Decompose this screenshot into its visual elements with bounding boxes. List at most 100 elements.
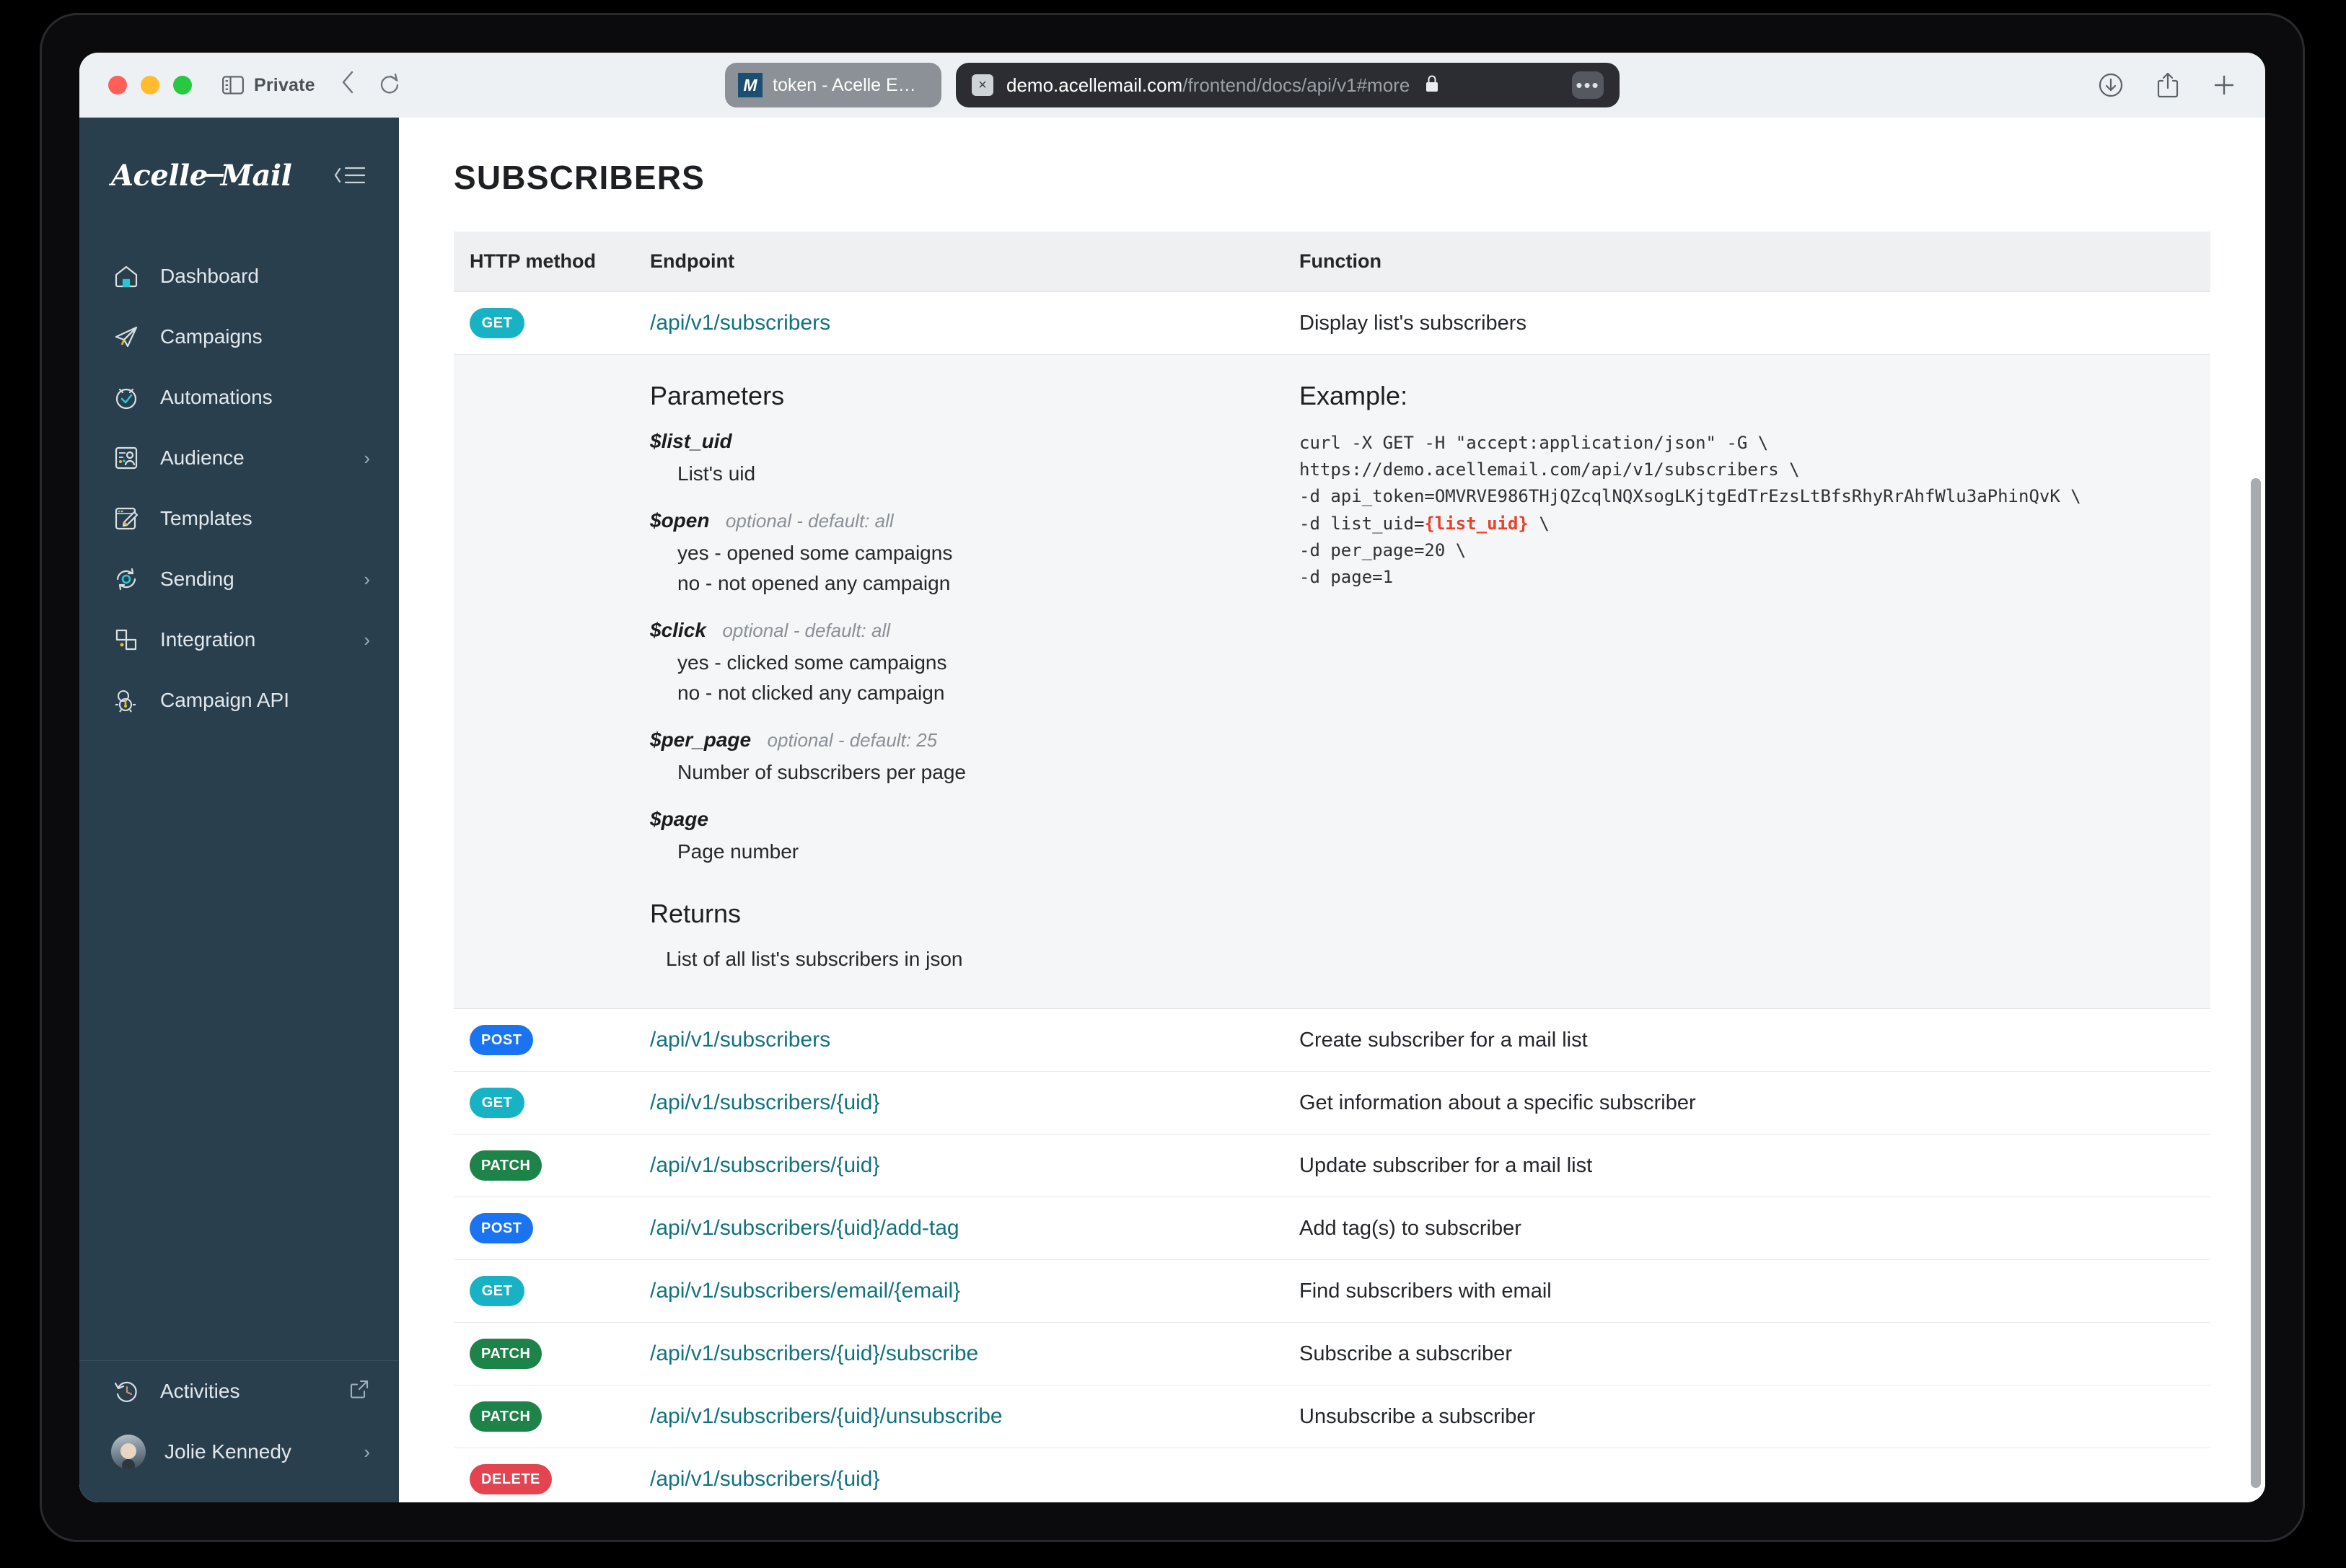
endpoint-detail-row: Parameters $list_uid List's uid $open op…	[454, 354, 2210, 1009]
minimize-window-button[interactable]	[141, 76, 159, 94]
sidebar-item-label: Sending	[160, 568, 234, 590]
page-scrollbar[interactable]	[2251, 118, 2261, 1502]
back-button[interactable]	[340, 70, 356, 100]
url-host: demo.acellemail.com	[1006, 74, 1183, 96]
sidebar-toggle-icon[interactable]	[222, 76, 254, 94]
parameter-description: yes - opened some campaigns no - not ope…	[677, 542, 953, 594]
sidebar-item-sending[interactable]: Sending ›	[79, 549, 399, 609]
table-row[interactable]: GET /api/v1/subscribers/email/{email} Fi…	[454, 1259, 2210, 1323]
column-header-function: Function	[1299, 232, 2210, 292]
chevron-right-icon: ›	[364, 568, 370, 590]
page-title: SUBSCRIBERS	[454, 159, 706, 196]
endpoint-link[interactable]: /api/v1/subscribers	[650, 311, 830, 335]
browser-window: Private M token - Acelle Em... × demo.ac…	[79, 53, 2265, 1502]
example-heading: Example:	[1299, 381, 1408, 410]
method-badge: PATCH	[470, 1339, 542, 1369]
endpoint-detail-cell: Parameters $list_uid List's uid $open op…	[454, 354, 2210, 1009]
sidebar-footer: Activities Jolie Kennedy ›	[79, 1360, 399, 1502]
table-row[interactable]: PATCH /api/v1/subscribers/{uid}/subscrib…	[454, 1322, 2210, 1386]
app-logo[interactable]: Acelle Mail	[111, 158, 292, 193]
function-cell: Display list's subscribers	[1299, 291, 2210, 355]
method-cell: POST	[454, 1197, 650, 1260]
new-tab-icon[interactable]	[2212, 73, 2236, 97]
endpoint-link[interactable]: /api/v1/subscribers/{uid}	[650, 1153, 880, 1177]
sidebar-item-templates[interactable]: Templates	[79, 488, 399, 549]
tab-strip: M token - Acelle Em... × demo.acellemail…	[79, 63, 2265, 107]
tab-favicon-icon: M	[738, 73, 763, 97]
browser-right-actions	[2098, 71, 2236, 99]
code-line-pre: -d list_uid=	[1299, 513, 1425, 534]
method-cell: PATCH	[454, 1322, 650, 1386]
template-brush-icon	[111, 503, 141, 534]
method-badge: PATCH	[470, 1401, 542, 1432]
table-row[interactable]: POST /api/v1/subscribers Create subscrib…	[454, 1008, 2210, 1072]
method-badge: DELETE	[470, 1464, 552, 1494]
collapse-sidebar-icon[interactable]	[331, 163, 367, 188]
tab-title: token - Acelle Em...	[773, 74, 923, 95]
endpoint-link[interactable]: /api/v1/subscribers/{uid}	[650, 1091, 880, 1114]
sidebar-item-automations[interactable]: Automations	[79, 367, 399, 428]
endpoint-link[interactable]: /api/v1/subscribers/{uid}/add-tag	[650, 1216, 959, 1240]
code-line-post: \	[1528, 513, 1550, 534]
table-row[interactable]: GET /api/v1/subscribers Display list's s…	[454, 291, 2210, 355]
web-page: Acelle Mail Dashboard Campaigns Automati…	[79, 118, 2265, 1502]
sidebar-nav: Dashboard Campaigns Automations Audience…	[79, 246, 399, 731]
page-scrollbar-thumb[interactable]	[2251, 478, 2261, 1488]
method-badge: PATCH	[470, 1150, 542, 1181]
table-row[interactable]: PATCH /api/v1/subscribers/{uid}/unsubscr…	[454, 1385, 2210, 1448]
endpoint-cell: /api/v1/subscribers/{uid}/unsubscribe	[650, 1385, 1299, 1448]
table-row[interactable]: GET /api/v1/subscribers/{uid} Get inform…	[454, 1071, 2210, 1135]
browser-tab[interactable]: M token - Acelle Em...	[725, 63, 941, 107]
close-window-button[interactable]	[108, 76, 127, 94]
sidebar-item-audience[interactable]: Audience ›	[79, 428, 399, 488]
logo-text-mail: Mail	[220, 158, 292, 193]
endpoint-link[interactable]: /api/v1/subscribers/{uid}	[650, 1467, 880, 1491]
sidebar-item-campaign-api[interactable]: Campaign API	[79, 670, 399, 731]
sidebar-item-user-profile[interactable]: Jolie Kennedy ›	[79, 1422, 399, 1482]
table-row[interactable]: POST /api/v1/subscribers/{uid}/add-tag A…	[454, 1197, 2210, 1260]
maximize-window-button[interactable]	[173, 76, 192, 94]
table-body: GET /api/v1/subscribers Display list's s…	[454, 291, 2210, 1502]
sidebar-item-label: Campaigns	[160, 325, 263, 348]
parameter-item: $page Page number	[650, 808, 1299, 867]
endpoint-link[interactable]: /api/v1/subscribers/email/{email}	[650, 1279, 960, 1303]
endpoint-cell: /api/v1/subscribers/email/{email}	[650, 1259, 1299, 1323]
code-line: https://demo.acellemail.com/api/v1/subsc…	[1299, 459, 1800, 480]
chevron-right-icon: ›	[364, 1440, 370, 1463]
method-cell: POST	[454, 1008, 650, 1072]
sidebar-item-campaigns[interactable]: Campaigns	[79, 307, 399, 367]
parameter-optional: optional - default: all	[725, 510, 894, 532]
integration-icon	[111, 625, 141, 655]
endpoint-link[interactable]: /api/v1/subscribers	[650, 1028, 830, 1052]
external-link-icon	[348, 1378, 370, 1405]
table-row[interactable]: DELETE /api/v1/subscribers/{uid}	[454, 1448, 2210, 1502]
home-icon	[111, 261, 141, 291]
private-mode-label: Private	[254, 74, 315, 95]
sidebar-item-activities[interactable]: Activities	[79, 1361, 399, 1422]
parameter-description: List's uid	[677, 462, 756, 485]
address-bar[interactable]: × demo.acellemail.com/frontend/docs/api/…	[956, 63, 1620, 107]
table-row[interactable]: PATCH /api/v1/subscribers/{uid} Update s…	[454, 1134, 2210, 1197]
function-cell: Update subscriber for a mail list	[1299, 1134, 2210, 1197]
sidebar-item-dashboard[interactable]: Dashboard	[79, 246, 399, 307]
parameter-name: $list_uid	[650, 430, 732, 452]
endpoint-link[interactable]: /api/v1/subscribers/{uid}/unsubscribe	[650, 1404, 1003, 1428]
sidebar-item-label: Audience	[160, 446, 245, 469]
parameter-name: $click	[650, 619, 706, 641]
parameter-name: $page	[650, 808, 708, 830]
parameters-panel: Parameters $list_uid List's uid $open op…	[454, 381, 1299, 971]
close-icon[interactable]: ×	[972, 74, 993, 96]
download-icon[interactable]	[2098, 72, 2124, 98]
function-cell: Create subscriber for a mail list	[1299, 1008, 2210, 1072]
function-cell: Add tag(s) to subscriber	[1299, 1197, 2210, 1260]
endpoint-cell: /api/v1/subscribers/{uid}	[650, 1071, 1299, 1135]
parameter-description: Page number	[677, 840, 799, 863]
parameter-item: $list_uid List's uid	[650, 430, 1299, 489]
reload-button[interactable]	[379, 74, 400, 97]
url-text: demo.acellemail.com/frontend/docs/api/v1…	[1006, 74, 1410, 97]
share-icon[interactable]	[2156, 71, 2180, 99]
sidebar-item-integration[interactable]: Integration ›	[79, 609, 399, 670]
method-badge: POST	[470, 1213, 534, 1243]
endpoint-link[interactable]: /api/v1/subscribers/{uid}/subscribe	[650, 1342, 978, 1365]
page-menu-icon[interactable]: •••	[1572, 71, 1604, 99]
